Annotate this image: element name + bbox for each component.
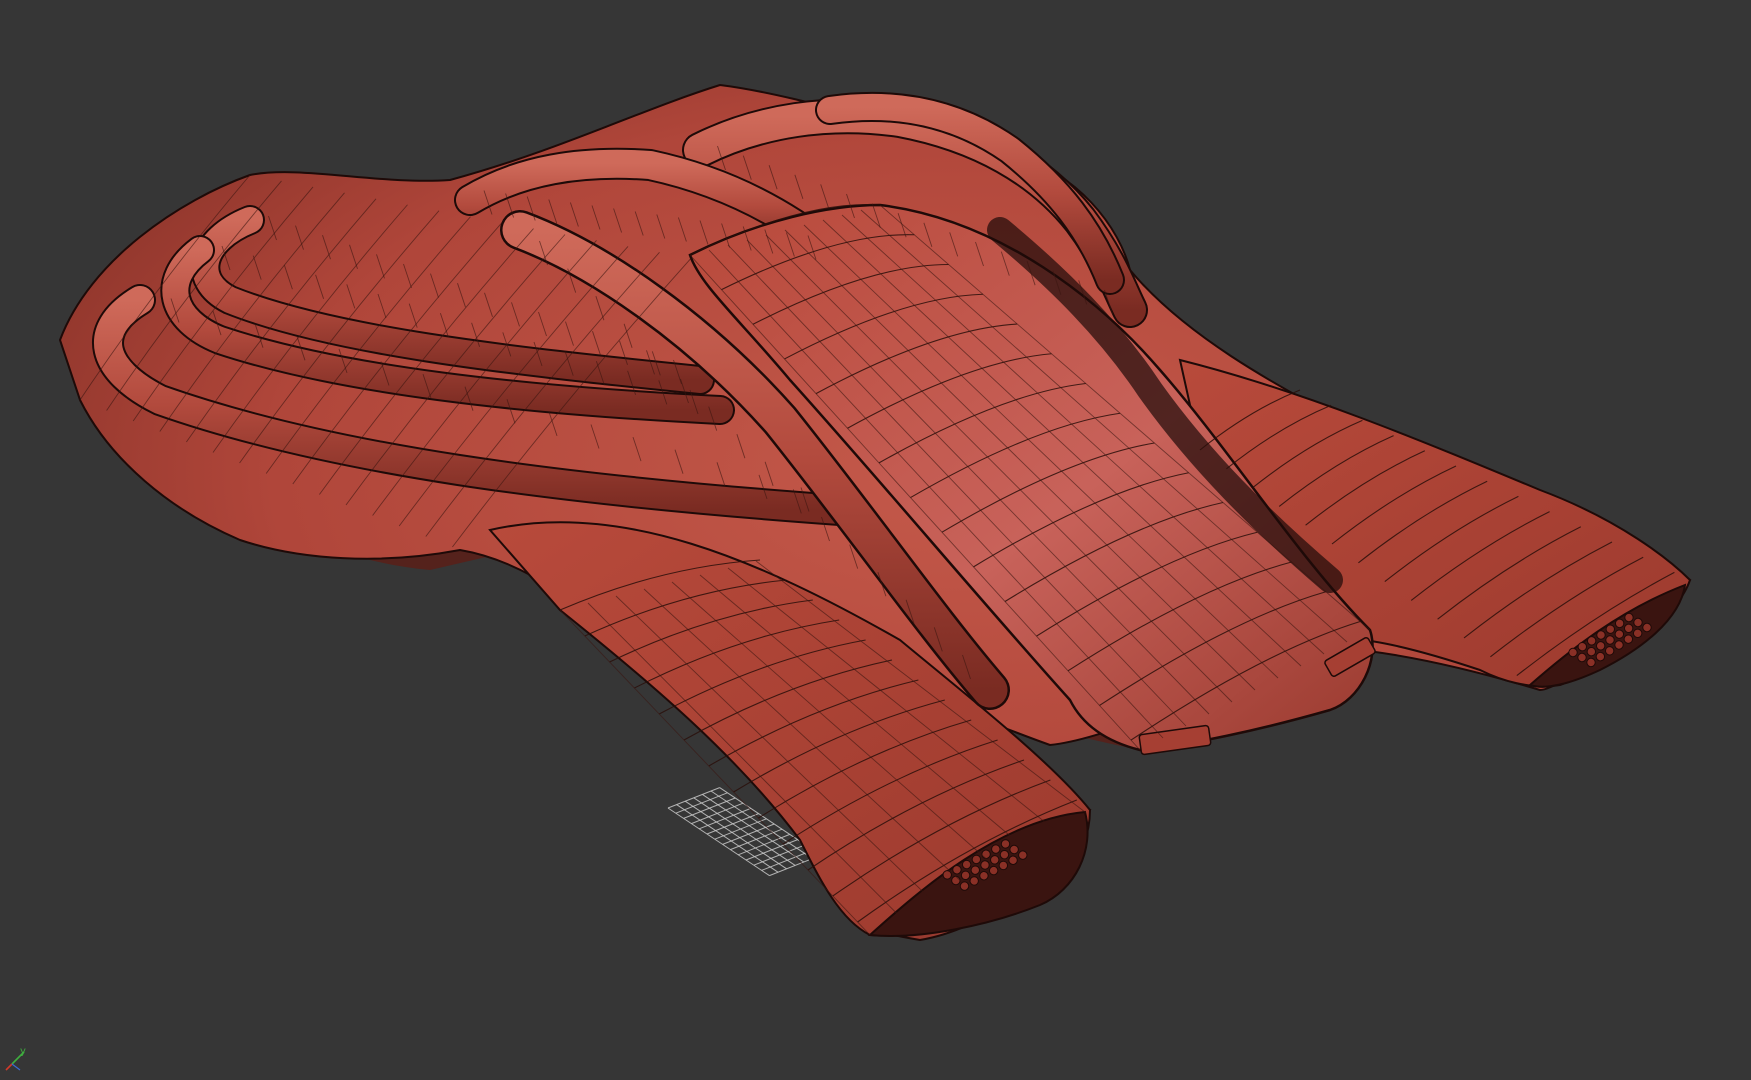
axis-y-label: y xyxy=(20,1046,26,1057)
axis-z-line xyxy=(11,1063,21,1071)
grid-line xyxy=(667,807,770,877)
viewport-canvas[interactable]: y xyxy=(0,0,1751,1080)
spaceship-model[interactable] xyxy=(58,83,1692,942)
axis-gizmo[interactable]: y xyxy=(5,1046,26,1071)
grid-line xyxy=(684,800,787,870)
3d-viewport[interactable]: y xyxy=(0,0,1751,1080)
axis-x-line xyxy=(5,1063,13,1071)
